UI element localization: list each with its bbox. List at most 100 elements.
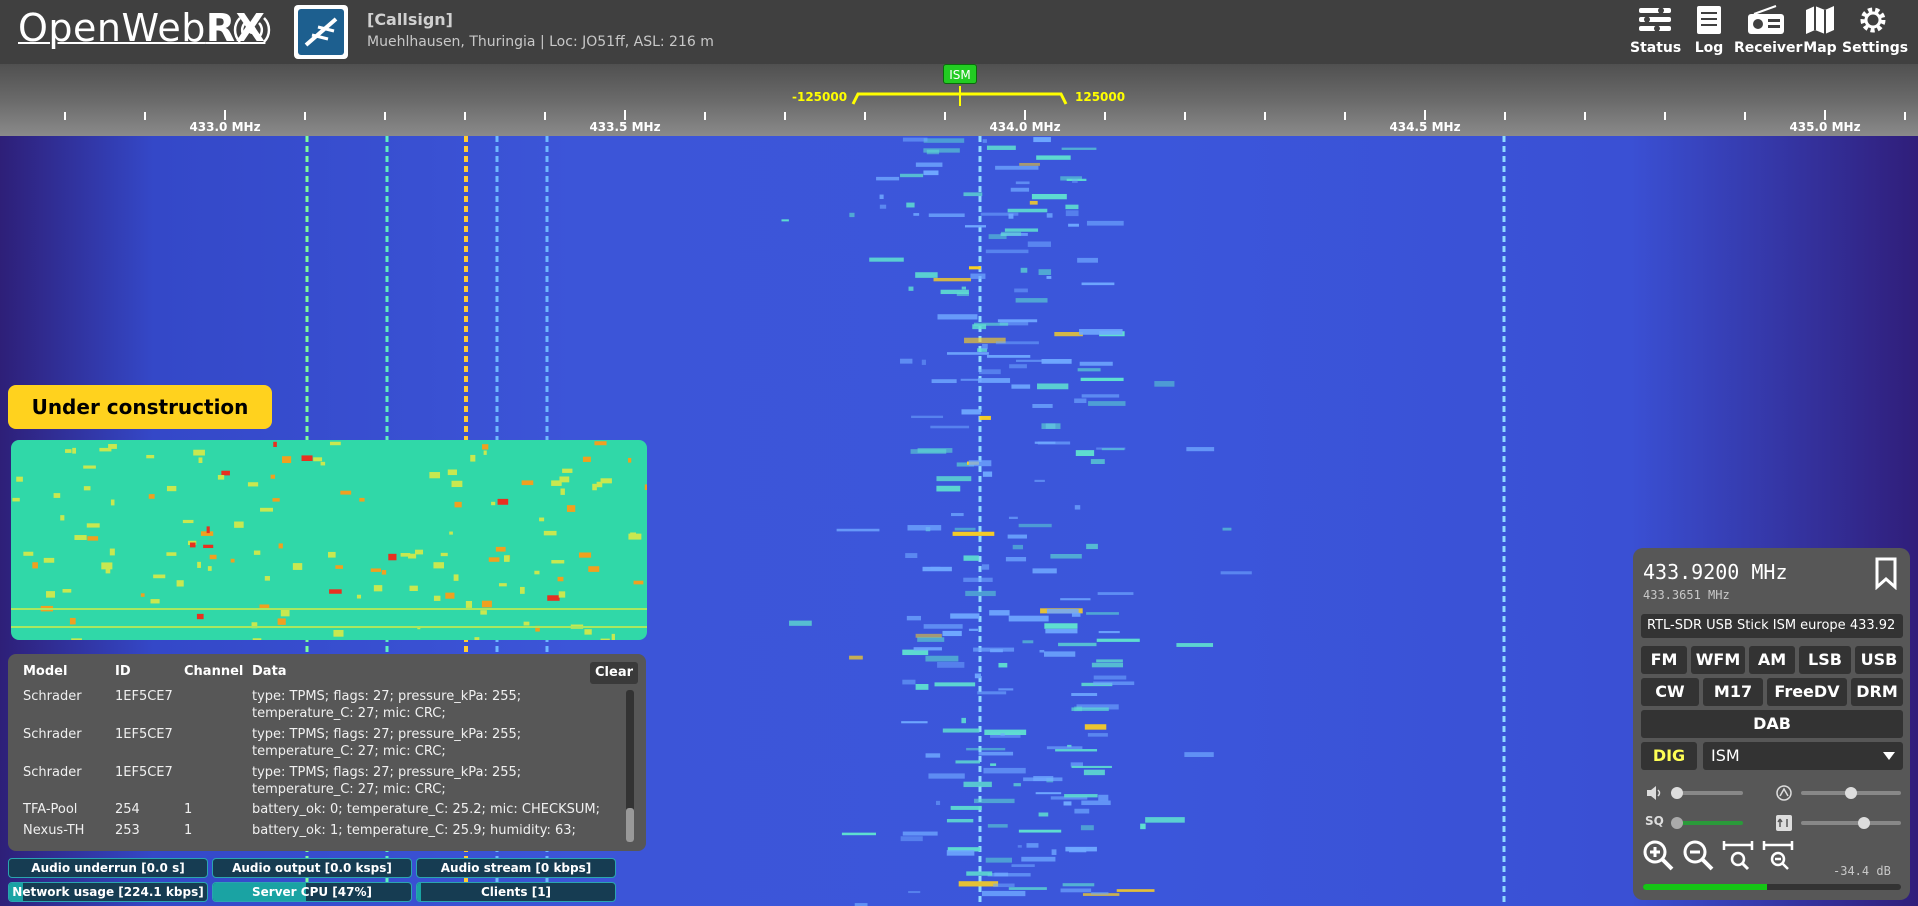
digital-mode-value: ISM — [1711, 746, 1740, 765]
squelch-slider-knob[interactable] — [1671, 817, 1683, 829]
mini-waterfall-speck — [282, 456, 292, 464]
nav-receiver-button[interactable]: Receiver — [1734, 4, 1802, 60]
scale-label: 433.0 MHz — [189, 120, 261, 134]
waterfall-burst — [942, 728, 980, 733]
frequency-display[interactable]: 433.9200 MHz — [1643, 560, 1788, 584]
mini-waterfall-speck — [71, 638, 82, 640]
waterfall-burst — [1140, 823, 1146, 830]
mini-waterfall-speck — [584, 629, 592, 635]
mini-waterfall-speck — [182, 519, 194, 524]
nav-settings-label: Settings — [1842, 40, 1909, 56]
bookmark-icon[interactable] — [1871, 556, 1901, 590]
waterfall-burst — [1033, 137, 1051, 143]
waterfall-burst — [946, 352, 989, 355]
waterfall-burst — [923, 624, 963, 629]
mode-wfm-button[interactable]: WFM — [1691, 646, 1745, 674]
smeter-bar — [1643, 884, 1901, 890]
mode-drm-button[interactable]: DRM — [1851, 678, 1903, 706]
waterfall-burst — [911, 415, 944, 419]
mini-waterfall-speck — [87, 536, 99, 541]
agc-slider-knob[interactable] — [1858, 817, 1871, 829]
decoder-scrollbar[interactable] — [626, 690, 634, 842]
waterfall-burst — [981, 890, 1026, 897]
mini-waterfall-speck — [566, 505, 576, 512]
waterfall-burst — [876, 176, 900, 181]
mini-waterfall-speck — [521, 480, 534, 486]
mode-dab-button[interactable]: DAB — [1641, 710, 1903, 738]
waterfall-burst — [1000, 733, 1005, 736]
digital-mode-select[interactable]: ISM — [1703, 742, 1903, 770]
zoom-in-icon[interactable] — [1641, 838, 1675, 872]
waterfall-burst — [1009, 364, 1027, 369]
mini-waterfall-line — [11, 626, 647, 628]
waterfall-burst — [1019, 162, 1040, 166]
mode-cw-button[interactable]: CW — [1641, 678, 1699, 706]
agc-slider[interactable] — [1801, 821, 1901, 825]
mini-waterfall-speck — [272, 498, 280, 502]
mini-waterfall-speck — [497, 498, 509, 505]
mini-waterfall-speck — [62, 589, 72, 593]
mode-usb-button[interactable]: USB — [1855, 646, 1903, 674]
scrollbar-thumb[interactable] — [626, 808, 634, 842]
waterfall-burst — [963, 577, 993, 582]
mini-waterfall-speck — [454, 501, 462, 508]
openwebrx-logo[interactable]: OpenWebRX — [18, 6, 265, 50]
noise-reduction-icon[interactable] — [1775, 784, 1793, 802]
mode-m17-button[interactable]: M17 — [1703, 678, 1763, 706]
mini-waterfall-speck — [551, 560, 565, 564]
mode-dig-button[interactable]: DIG — [1641, 742, 1697, 770]
nav-map-button[interactable]: Map — [1803, 4, 1837, 60]
agc-icon[interactable] — [1775, 814, 1793, 832]
waterfall-burst — [1062, 883, 1095, 887]
antenna-icon — [304, 17, 338, 47]
bookmark-badge[interactable]: ISM — [943, 64, 977, 84]
waterfall-burst — [1075, 450, 1095, 457]
waterfall-burst — [974, 673, 982, 679]
mini-waterfall-speck — [206, 526, 210, 534]
waterfall-burst — [933, 277, 972, 282]
waterfall-burst — [988, 234, 1007, 239]
squelch-icon[interactable]: SQ — [1645, 814, 1664, 828]
mini-waterfall-speck — [543, 530, 557, 536]
volume-icon[interactable] — [1645, 784, 1663, 802]
mini-waterfall-speck — [594, 441, 607, 446]
waterfall-burst — [960, 378, 981, 381]
waterfall-burst — [1065, 204, 1079, 210]
nav-status-button[interactable]: Status — [1630, 4, 1681, 60]
cell-id: 1EF5CE7 — [115, 727, 173, 742]
mode-fm-button[interactable]: FM — [1641, 646, 1687, 674]
status-label: Audio stream [0 kbps] — [440, 861, 592, 875]
waterfall-burst — [901, 721, 928, 724]
mode-lsb-button[interactable]: LSB — [1799, 646, 1851, 674]
mini-waterfall-speck — [140, 593, 145, 597]
mini-waterfall-speck — [65, 449, 72, 453]
mini-waterfall-speck — [449, 531, 453, 535]
zoom-out-full-icon[interactable] — [1761, 838, 1795, 872]
mini-waterfall-canvas — [11, 441, 647, 640]
waterfall-burst — [1065, 210, 1079, 217]
zoom-to-band-icon[interactable] — [1721, 838, 1755, 872]
nav-settings-button[interactable]: Settings — [1842, 4, 1909, 60]
waterfall-burst — [1050, 553, 1082, 559]
mode-freedv-button[interactable]: FreeDV — [1767, 678, 1847, 706]
profile-select[interactable]: RTL-SDR USB Stick ISM europe 433.92 — [1641, 614, 1903, 638]
zoom-out-icon[interactable] — [1681, 838, 1715, 872]
noise-reduction-slider-knob[interactable] — [1845, 787, 1857, 799]
mode-am-button[interactable]: AM — [1749, 646, 1795, 674]
mini-waterfall-speck — [445, 592, 455, 599]
waterfall-burst — [1014, 288, 1028, 293]
waterfall-burst — [1037, 383, 1069, 390]
waterfall-burst — [1081, 282, 1115, 286]
waterfall-burst — [1004, 228, 1039, 232]
waterfall-burst — [993, 883, 1015, 888]
waterfall-burst — [1081, 394, 1120, 398]
volume-slider-knob[interactable] — [1671, 787, 1683, 799]
mini-waterfall-speck — [196, 613, 204, 620]
receiver-location: Muehlhausen, Thuringia | Loc: JO51ff, AS… — [367, 34, 714, 50]
waterfall-burst — [978, 369, 1001, 375]
clear-button[interactable]: Clear — [590, 662, 638, 684]
mini-waterfall-speck — [630, 532, 637, 539]
waterfall-burst — [1093, 681, 1135, 686]
mini-waterfall-speck — [53, 493, 61, 498]
nav-log-button[interactable]: Log — [1690, 4, 1728, 60]
